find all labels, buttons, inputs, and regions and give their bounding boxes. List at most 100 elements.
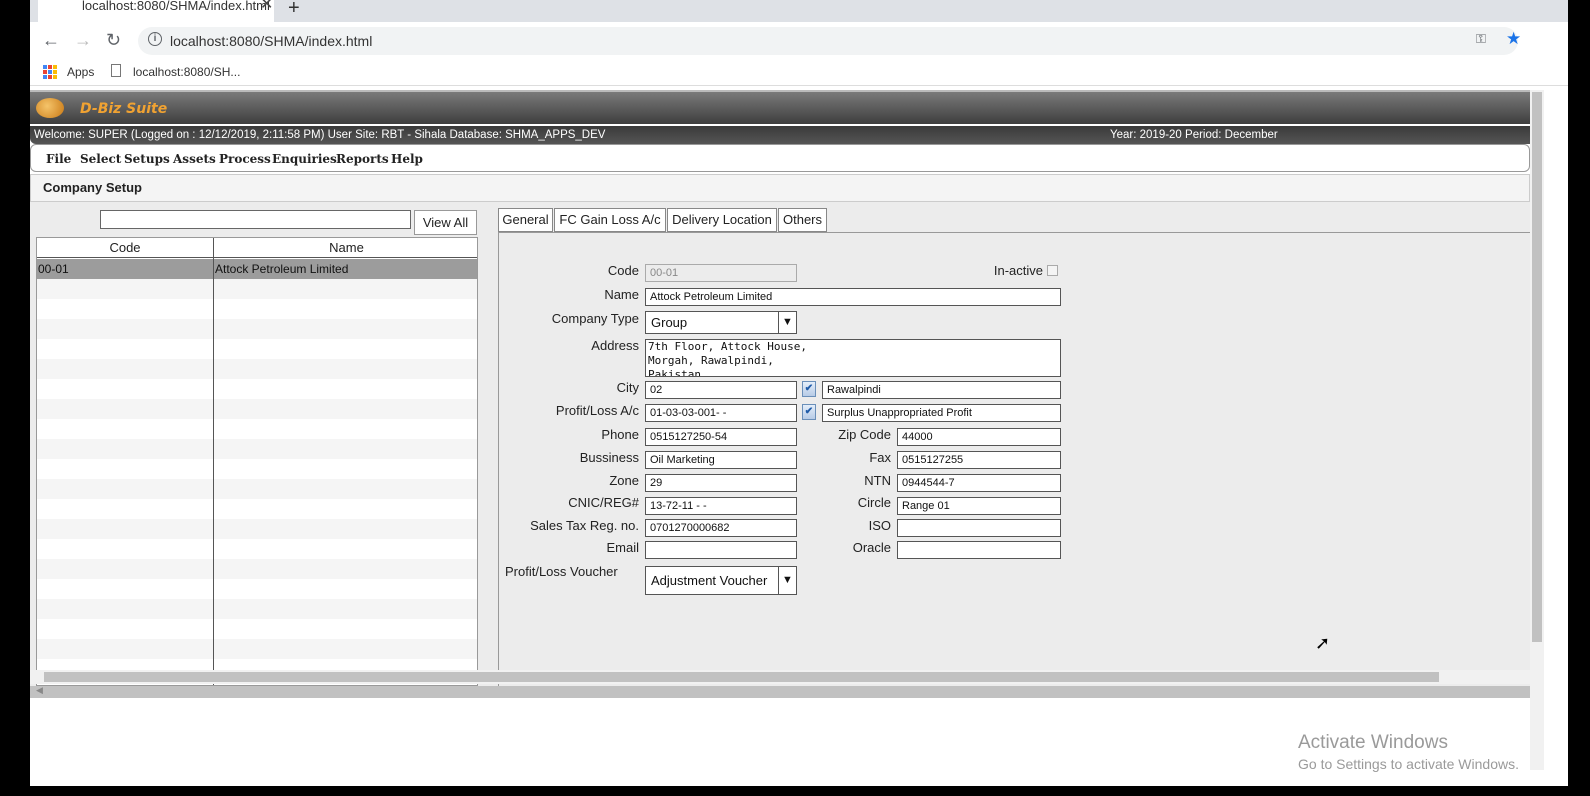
table-row[interactable] <box>37 639 477 659</box>
oracle-field[interactable] <box>897 541 1061 559</box>
table-row[interactable] <box>37 479 477 499</box>
page-bookmark[interactable]: localhost:8080/SH... <box>133 65 240 79</box>
company-type-value: Group <box>651 315 688 330</box>
business-field[interactable]: Oil Marketing <box>645 451 797 469</box>
menu-process[interactable]: Process <box>219 152 271 166</box>
page-icon <box>111 64 121 77</box>
new-tab-icon[interactable]: + <box>288 0 300 20</box>
table-row[interactable] <box>37 599 477 619</box>
page-title: Company Setup <box>30 174 1530 202</box>
pl-account-label: Profit/Loss A/c <box>555 403 639 418</box>
info-icon[interactable]: i <box>148 32 162 46</box>
year-period: Year: 2019-20 Period: December <box>1110 129 1278 141</box>
iso-label: ISO <box>868 518 891 533</box>
phone-label: Phone <box>601 427 639 442</box>
name-label: Name <box>604 287 639 302</box>
panel-horizontal-scrollbar[interactable]: ◀ <box>30 685 1530 698</box>
pl-account-code-field[interactable]: 01-03-03-001- - <box>645 404 797 422</box>
inactive-label: In-active <box>993 263 1043 278</box>
business-label: Bussiness <box>579 450 639 465</box>
code-label: Code <box>607 263 639 278</box>
menu-enquiries[interactable]: Enquiries <box>272 152 337 166</box>
tab-title: localhost:8080/SHMA/index.html <box>82 0 270 13</box>
scroll-thumb[interactable] <box>1532 92 1542 642</box>
general-form: Code 00-01 In-active Name Attock Petrole… <box>498 232 1530 686</box>
watermark-title: Activate Windows <box>1298 732 1448 753</box>
view-all-button[interactable]: View All <box>414 210 477 235</box>
menu-setups[interactable]: Setups <box>124 152 170 166</box>
pl-account-lookup-icon[interactable]: ✔ <box>802 404 816 420</box>
email-field[interactable] <box>645 541 797 559</box>
zone-label: Zone <box>609 473 639 488</box>
oracle-label: Oracle <box>852 540 891 555</box>
table-row[interactable] <box>37 519 477 539</box>
tab-fc-gain-loss[interactable]: FC Gain Loss A/c <box>554 208 666 232</box>
close-tab-icon[interactable]: ✕ <box>260 0 273 13</box>
ntn-label: NTN <box>864 473 891 488</box>
star-icon[interactable]: ★ <box>1506 29 1521 49</box>
inactive-checkbox[interactable] <box>1047 265 1058 276</box>
column-header-code[interactable]: Code <box>37 240 213 255</box>
table-row[interactable]: 00-01 Attock Petroleum Limited <box>37 259 477 279</box>
zone-field[interactable]: 29 <box>645 474 797 492</box>
browser-tab[interactable]: localhost:8080/SHMA/index.html ✕ <box>38 0 274 22</box>
menu-select[interactable]: Select <box>80 152 121 166</box>
table-row[interactable] <box>37 439 477 459</box>
cnic-field[interactable]: 13-72-11 - - <box>645 497 797 515</box>
page-vertical-scrollbar[interactable] <box>1530 90 1544 770</box>
code-field[interactable]: 00-01 <box>645 264 797 282</box>
apps-bookmark[interactable]: Apps <box>67 65 94 79</box>
menu-help[interactable]: Help <box>391 152 423 166</box>
back-icon[interactable]: ← <box>42 30 60 51</box>
zip-code-label: Zip Code <box>838 427 891 442</box>
dropdown-arrow-icon[interactable]: ▼ <box>778 567 796 594</box>
scroll-thumb[interactable] <box>44 672 1439 682</box>
menu-reports[interactable]: Reports <box>336 152 389 166</box>
table-row[interactable] <box>37 319 477 339</box>
table-row[interactable] <box>37 279 477 299</box>
sales-tax-field[interactable]: 0701270000682 <box>645 519 797 537</box>
voucher-value: Adjustment Voucher <box>651 573 768 588</box>
column-divider <box>213 238 214 685</box>
company-type-select[interactable]: Group ▼ <box>645 311 797 334</box>
menu-assets[interactable]: Assets <box>173 152 216 166</box>
key-icon[interactable]: ⚿ <box>1476 31 1486 47</box>
zip-code-field[interactable]: 44000 <box>897 428 1061 446</box>
tab-general[interactable]: General <box>498 208 553 232</box>
cnic-label: CNIC/REG# <box>568 495 639 510</box>
menu-bar: File Select Setups Assets Process Enquir… <box>30 144 1530 172</box>
apps-icon[interactable] <box>43 65 57 79</box>
cell-code: 00-01 <box>38 262 69 276</box>
fax-field[interactable]: 0515127255 <box>897 451 1061 469</box>
table-row[interactable] <box>37 559 477 579</box>
watermark-subtitle: Go to Settings to activate Windows. <box>1298 756 1519 772</box>
reload-icon[interactable]: ↻ <box>106 30 121 51</box>
voucher-select[interactable]: Adjustment Voucher ▼ <box>645 566 797 595</box>
tab-others[interactable]: Others <box>778 208 827 232</box>
city-lookup-icon[interactable]: ✔ <box>802 381 816 397</box>
city-code-field[interactable]: 02 <box>645 381 797 399</box>
tab-delivery-location[interactable]: Delivery Location <box>667 208 777 232</box>
city-name-field[interactable]: Rawalpindi <box>822 381 1061 399</box>
table-row[interactable] <box>37 399 477 419</box>
address-bar[interactable]: i localhost:8080/SHMA/index.html <box>138 27 1518 55</box>
circle-field[interactable]: Range 01 <box>897 497 1061 515</box>
column-header-name[interactable]: Name <box>214 240 477 255</box>
main-area: View All Code Name 00-01 Attock Petroleu… <box>30 202 1530 686</box>
phone-field[interactable]: 0515127250-54 <box>645 428 797 446</box>
address-field[interactable]: 7th Floor, Attock House, Morgah, Rawalpi… <box>645 339 1061 377</box>
menu-file[interactable]: File <box>46 152 71 166</box>
dropdown-arrow-icon[interactable]: ▼ <box>778 312 796 333</box>
table-row[interactable] <box>37 359 477 379</box>
name-field[interactable]: Attock Petroleum Limited <box>645 288 1061 306</box>
ntn-field[interactable]: 0944544-7 <box>897 474 1061 492</box>
iso-field[interactable] <box>897 519 1061 537</box>
cell-name: Attock Petroleum Limited <box>215 262 349 276</box>
search-input[interactable] <box>100 210 411 229</box>
page-horizontal-scrollbar[interactable] <box>30 670 1530 684</box>
pl-account-name-field[interactable]: Surplus Unappropriated Profit <box>822 404 1061 422</box>
city-label: City <box>616 380 639 395</box>
forward-icon[interactable]: → <box>74 30 92 51</box>
browser-window: localhost:8080/SHMA/index.html ✕ + ← → ↻… <box>30 0 1568 786</box>
scroll-left-icon[interactable]: ◀ <box>36 685 43 696</box>
